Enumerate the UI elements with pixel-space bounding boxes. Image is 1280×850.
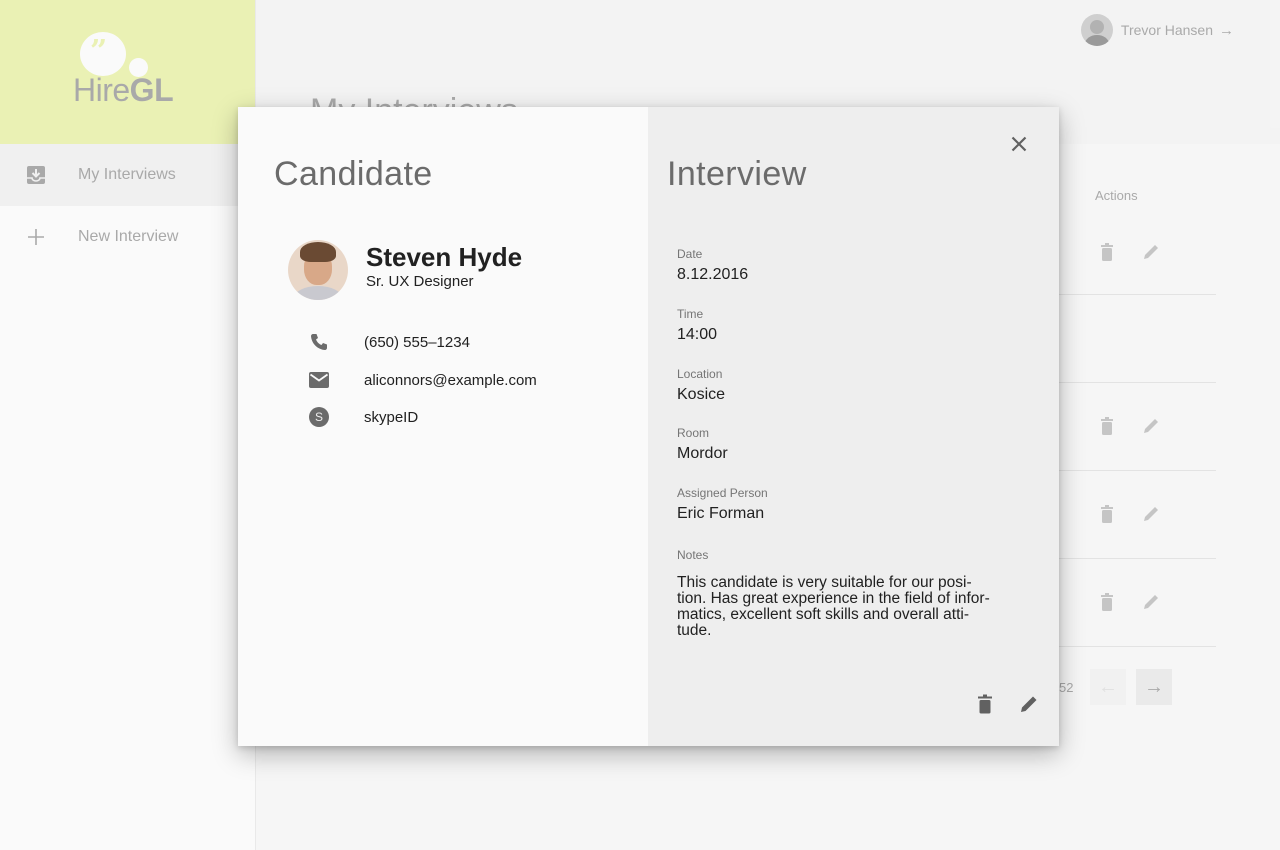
room-field: Room Mordor xyxy=(677,426,728,463)
location-field: Location Kosice xyxy=(677,367,725,404)
candidate-section-title: Candidate xyxy=(274,155,433,193)
time-value: 14:00 xyxy=(677,326,718,343)
email-icon xyxy=(308,369,330,391)
candidate-skype[interactable]: skypeID xyxy=(364,409,418,426)
phone-row: (650) 555–1234 xyxy=(308,331,470,353)
room-label: Room xyxy=(677,426,710,440)
date-label: Date xyxy=(677,247,703,261)
assigned-person-field: Assigned Person Eric Forman xyxy=(677,486,768,523)
notes-label: Notes xyxy=(677,548,709,562)
skype-icon: S xyxy=(308,406,330,428)
location-value: Kosice xyxy=(677,386,726,403)
time-label: Time xyxy=(677,307,704,321)
assigned-person-label: Assigned Person xyxy=(677,486,768,500)
notes-text: This candidate is very suitable for our … xyxy=(677,574,990,639)
close-icon[interactable] xyxy=(1007,132,1031,156)
skype-badge: S xyxy=(309,407,329,427)
date-value: 8.12.2016 xyxy=(677,266,749,283)
date-field: Date 8.12.2016 xyxy=(677,247,748,284)
edit-icon xyxy=(1019,694,1039,719)
room-value: Mordor xyxy=(677,445,728,462)
interview-section-title: Interview xyxy=(667,155,807,193)
delete-interview-button[interactable] xyxy=(973,694,997,718)
notes-field: Notes xyxy=(677,548,708,562)
candidate-panel: Candidate Steven Hyde Sr. UX Designer (6… xyxy=(238,107,648,746)
assigned-person-value: Eric Forman xyxy=(677,505,765,522)
skype-row: S skypeID xyxy=(308,406,418,428)
edit-interview-button[interactable] xyxy=(1017,694,1041,718)
interview-panel: Interview Date 8.12.2016 Time 14:00 Loca… xyxy=(648,107,1059,746)
candidate-phone[interactable]: (650) 555–1234 xyxy=(364,334,470,351)
interview-detail-dialog: Candidate Steven Hyde Sr. UX Designer (6… xyxy=(238,107,1059,746)
candidate-name: Steven Hyde xyxy=(366,242,523,272)
candidate-email[interactable]: aliconnors@example.com xyxy=(364,372,537,389)
email-row: aliconnors@example.com xyxy=(308,369,537,391)
delete-icon xyxy=(977,694,993,719)
time-field: Time 14:00 xyxy=(677,307,717,344)
phone-icon xyxy=(308,331,330,353)
location-label: Location xyxy=(677,367,723,381)
candidate-avatar xyxy=(288,240,348,300)
candidate-role: Sr. UX Designer xyxy=(366,273,474,290)
